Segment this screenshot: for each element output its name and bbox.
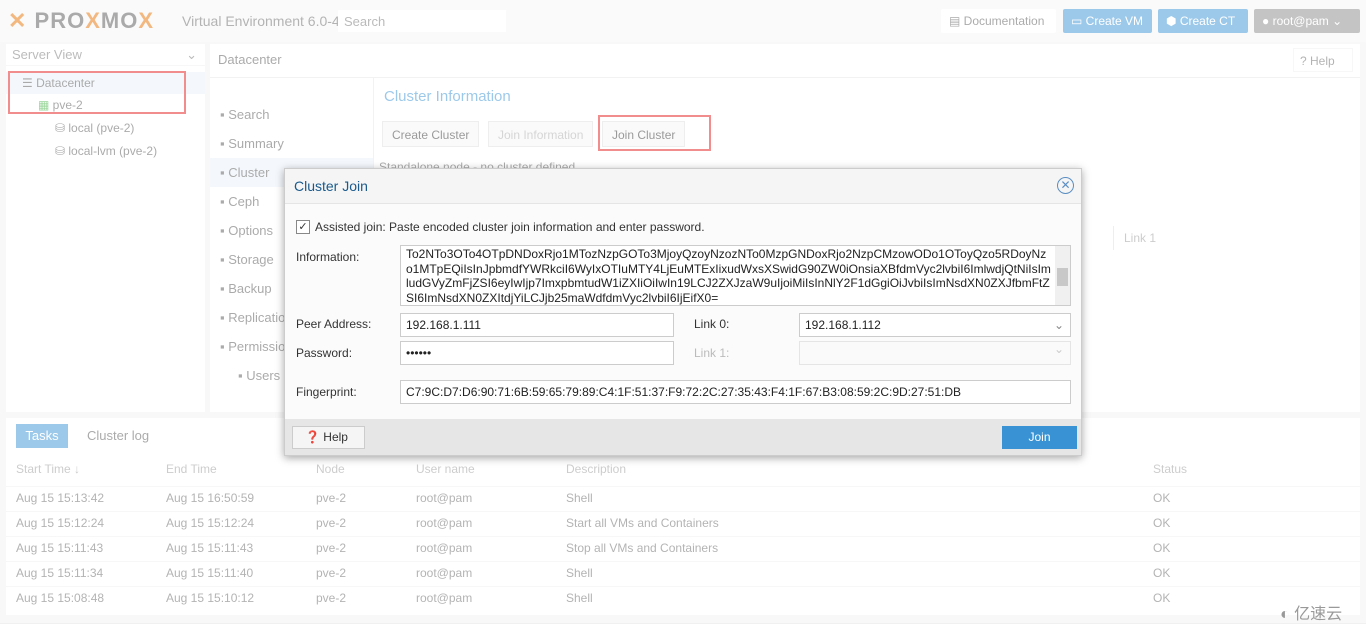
assisted-join-label: Assisted join: Paste encoded cluster joi… <box>315 220 705 234</box>
peer-address-label: Peer Address: <box>296 317 372 331</box>
join-button[interactable]: Join <box>1002 426 1077 449</box>
close-icon[interactable]: ✕ <box>1057 177 1074 194</box>
password-label: Password: <box>296 346 353 360</box>
link1-label: Link 1: <box>694 346 730 360</box>
information-label: Information: <box>296 250 360 264</box>
dialog-title: Cluster Join <box>294 178 368 194</box>
fingerprint-input[interactable]: C7:9C:D7:D6:90:71:6B:59:65:79:89:C4:1F:5… <box>400 380 1071 404</box>
link0-label: Link 0: <box>694 317 730 331</box>
password-input[interactable]: •••••• <box>400 341 674 365</box>
information-textarea[interactable]: To2NTo3OTo4OTpDNDoxRjo1MTozNzpGOTo3MjoyQ… <box>400 245 1071 306</box>
fingerprint-label: Fingerprint: <box>296 385 357 399</box>
help-icon: ❓ <box>305 430 320 444</box>
link1-select[interactable]: ⌄ <box>799 341 1071 365</box>
assisted-join-checkbox[interactable]: ✓ <box>296 220 310 234</box>
textarea-scrollbar[interactable] <box>1055 246 1070 305</box>
cluster-join-dialog: Cluster Join ✕ ✓ Assisted join: Paste en… <box>284 168 1082 456</box>
peer-address-input[interactable]: 192.168.1.111 <box>400 313 674 337</box>
watermark-logo: ◐ 亿速云 <box>1280 606 1343 623</box>
dialog-header <box>285 169 1081 204</box>
dialog-help-button[interactable]: ❓ Help <box>292 426 365 449</box>
dialog-footer <box>285 419 1081 455</box>
link0-select[interactable]: 192.168.1.112 ⌄ <box>799 313 1071 337</box>
